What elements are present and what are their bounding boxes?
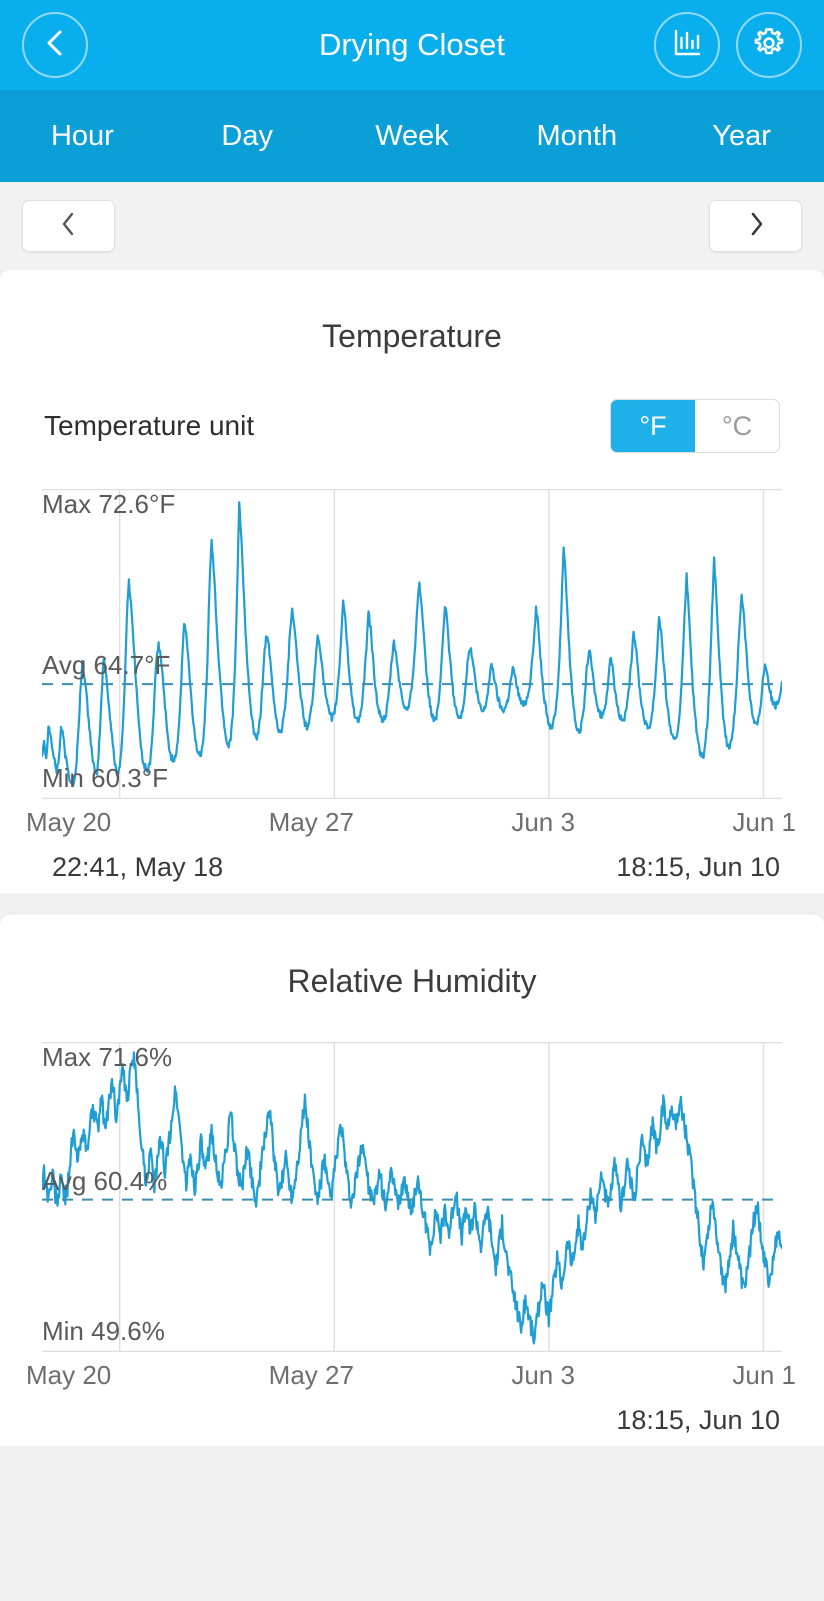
temperature-card: Temperature Temperature unit °F °C Max 7… xyxy=(0,270,824,893)
humidity-end-time: 18:15, Jun 10 xyxy=(616,1405,780,1435)
temperature-unit-row: Temperature unit °F °C xyxy=(0,355,824,453)
bar-chart-icon xyxy=(671,27,703,64)
settings-button[interactable] xyxy=(736,12,802,78)
next-range-button[interactable] xyxy=(709,200,802,252)
temperature-unit-label: Temperature unit xyxy=(44,410,255,441)
humidity-title: Relative Humidity xyxy=(287,963,537,999)
tab-hour[interactable]: Hour xyxy=(0,120,165,153)
temperature-title: Temperature xyxy=(322,318,502,354)
period-tab-bar: Hour Day Week Month Year xyxy=(0,90,824,182)
x-tick-1: May 27 xyxy=(268,1360,354,1390)
range-pager xyxy=(0,182,824,270)
unit-option-celsius[interactable]: °C xyxy=(695,400,779,452)
x-tick-3: Jun 1 xyxy=(732,1360,796,1390)
humidity-card: Relative Humidity Max 71.6% Avg 60.4% Mi… xyxy=(0,915,824,1446)
statistics-button[interactable] xyxy=(654,12,720,78)
tab-month[interactable]: Month xyxy=(494,120,659,153)
humidity-time-range: 18:15, Jun 10 xyxy=(52,1405,780,1436)
unit-option-fahrenheit[interactable]: °F xyxy=(611,400,695,452)
temperature-plot-area: Avg 64.7°F Min 60.3°F xyxy=(42,489,782,799)
humidity-plot-area: Avg 60.4% Min 49.6% xyxy=(42,1042,782,1352)
temperature-x-axis: May 20 May 27 Jun 3 Jun 1 xyxy=(26,807,796,838)
humidity-chart: Max 71.6% Avg 60.4% Min 49.6% May 20 May… xyxy=(0,1042,824,1436)
x-tick-0: May 20 xyxy=(26,1360,112,1390)
x-tick-3: Jun 1 xyxy=(732,807,796,837)
back-button[interactable] xyxy=(22,12,88,78)
tab-year[interactable]: Year xyxy=(659,120,824,153)
temperature-chart: Max 72.6°F Avg 64.7°F Min 60.3°F May 20 … xyxy=(0,489,824,883)
tab-week[interactable]: Week xyxy=(330,120,495,153)
temperature-unit-toggle: °F °C xyxy=(610,399,780,453)
temperature-end-time: 18:15, Jun 10 xyxy=(616,852,780,882)
app-header: Drying Closet xyxy=(0,0,824,90)
chevron-left-icon xyxy=(60,211,78,242)
previous-range-button[interactable] xyxy=(22,200,115,252)
gear-icon xyxy=(752,26,786,65)
chevron-left-icon xyxy=(42,28,68,63)
header-actions xyxy=(654,12,802,78)
x-tick-0: May 20 xyxy=(26,807,112,837)
x-tick-2: Jun 3 xyxy=(511,807,575,837)
temperature-time-range: 22:41, May 18 18:15, Jun 10 xyxy=(52,852,780,883)
card-divider xyxy=(0,893,824,915)
tab-day[interactable]: Day xyxy=(165,120,330,153)
chevron-right-icon xyxy=(747,211,765,242)
x-tick-2: Jun 3 xyxy=(511,1360,575,1390)
x-tick-1: May 27 xyxy=(268,807,354,837)
temperature-start-time: 22:41, May 18 xyxy=(52,852,224,882)
humidity-x-axis: May 20 May 27 Jun 3 Jun 1 xyxy=(26,1360,796,1391)
